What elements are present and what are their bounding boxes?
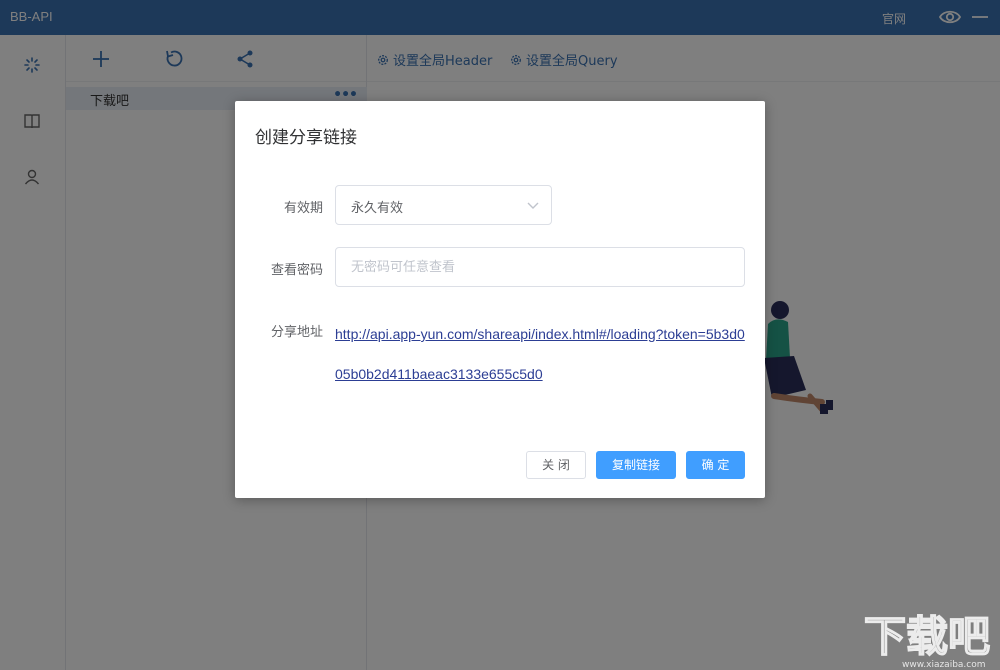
copy-link-button[interactable]: 复制链接 xyxy=(596,451,676,479)
password-input[interactable] xyxy=(335,247,745,287)
chevron-down-icon xyxy=(527,202,539,209)
watermark-url: www.xiazaiba.com xyxy=(902,660,986,670)
password-label: 查看密码 xyxy=(270,263,323,278)
validity-label: 有效期 xyxy=(283,201,323,216)
dialog-title: 创建分享链接 xyxy=(255,128,357,148)
validity-value: 永久有效 xyxy=(351,201,404,216)
confirm-button[interactable]: 确 定 xyxy=(686,451,745,479)
share-link-dialog: 创建分享链接 有效期 永久有效 查看密码 分享地址 http://api.app… xyxy=(235,101,765,498)
watermark-logo: 下载吧 www.xiazaiba.com xyxy=(863,611,991,670)
validity-select[interactable]: 永久有效 xyxy=(335,185,552,225)
close-button[interactable]: 关 闭 xyxy=(526,451,586,479)
share-url-label: 分享地址 xyxy=(270,325,323,340)
share-url-link[interactable]: http://api.app-yun.com/shareapi/index.ht… xyxy=(335,314,747,394)
watermark-text: 下载吧 xyxy=(864,612,990,661)
